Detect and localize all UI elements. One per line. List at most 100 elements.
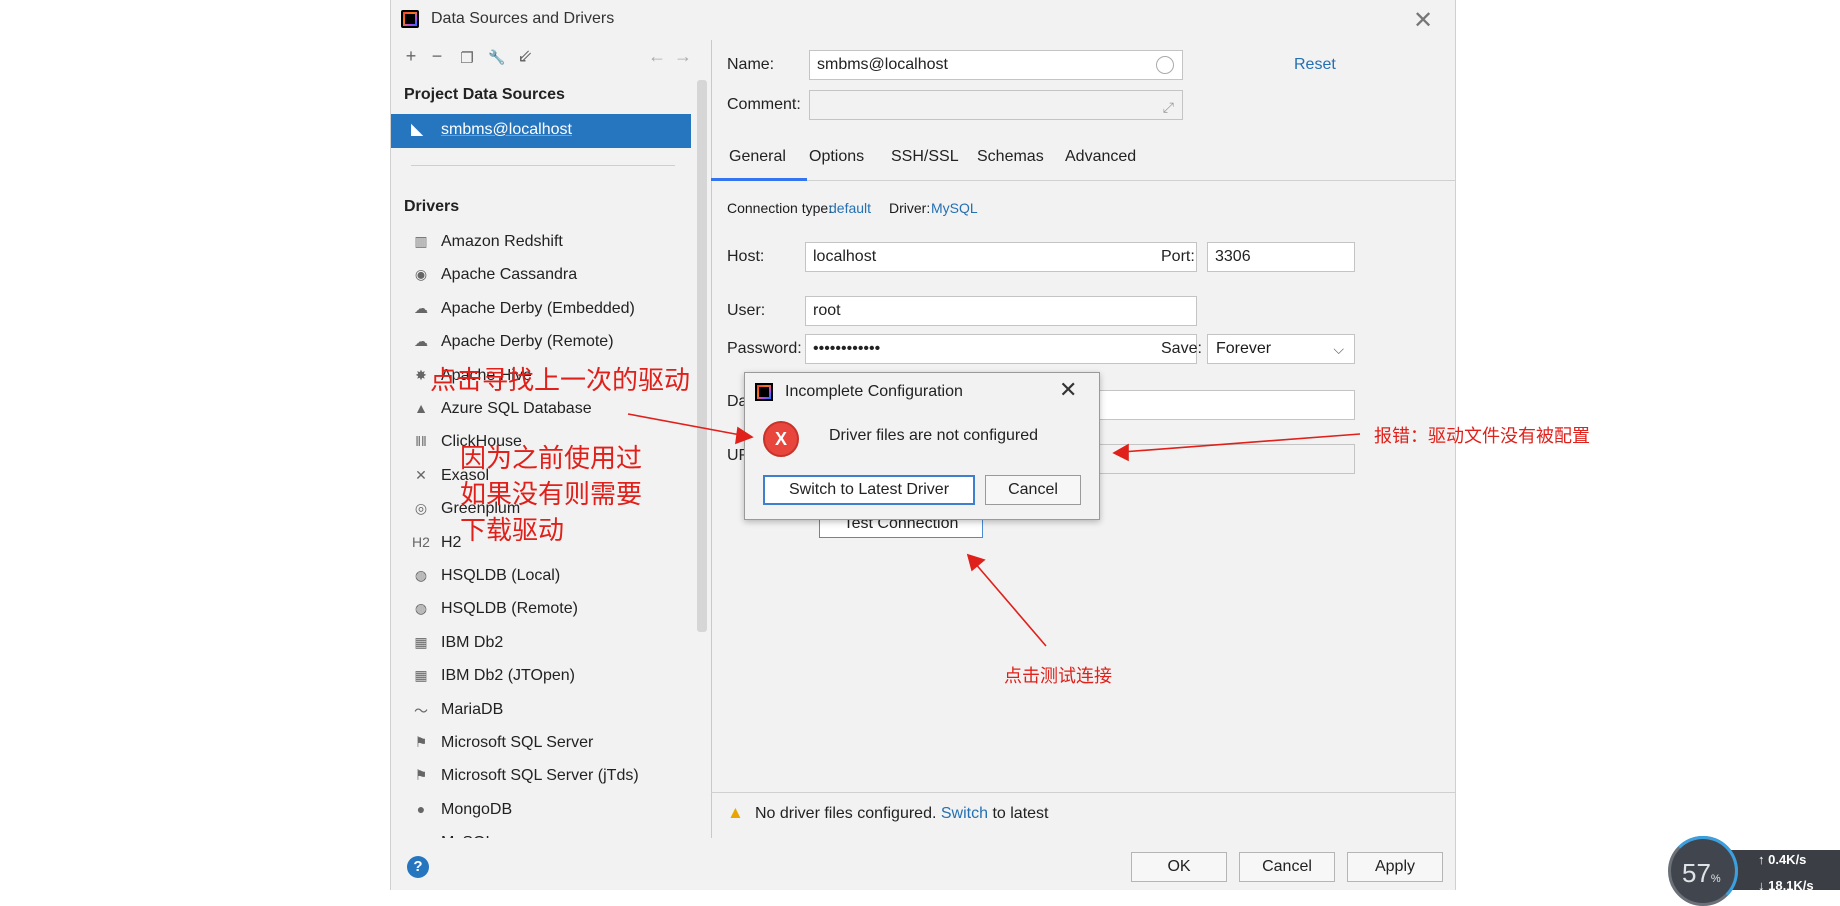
dialog-close-icon[interactable]: ✕ <box>1059 377 1077 403</box>
driver-item[interactable]: ▲ Azure SQL Database <box>391 393 691 426</box>
name-value: smbms@localhost <box>817 56 948 73</box>
comment-label: Comment: <box>727 96 801 113</box>
driver-label: MongoDB <box>441 800 513 818</box>
driver-label: Azure SQL Database <box>441 400 592 417</box>
annotation-reason-2: 如果没有则需要 <box>460 479 643 509</box>
driver-item[interactable]: ▦ IBM Db2 (JTOpen) <box>391 660 691 693</box>
driver-label: IBM Db2 <box>441 633 504 651</box>
connection-type-label: Connection type: <box>727 200 833 216</box>
driver-icon: ● <box>416 800 426 817</box>
tab-schemas[interactable]: Schemas <box>977 148 1044 166</box>
driver-icon: 〜 <box>414 702 428 719</box>
warning-message: No driver files configured. Switch to la… <box>755 805 1048 823</box>
driver-icon: ◉ <box>414 266 428 283</box>
user-field[interactable]: root <box>805 296 1197 326</box>
tab-advanced[interactable]: Advanced <box>1065 148 1136 166</box>
host-label: Host: <box>727 248 765 265</box>
driver-item[interactable]: ☁ Apache Derby (Remote) <box>391 326 691 359</box>
driver-item[interactable]: ⚑ Microsoft SQL Server (jTds) <box>391 760 691 793</box>
driver-item[interactable]: ◍ HSQLDB (Local) <box>391 560 691 593</box>
driver-label: Apache Derby (Embedded) <box>441 299 635 317</box>
driver-icon: ⚑ <box>414 767 428 784</box>
connection-type-link[interactable]: default <box>829 200 871 216</box>
driver-item[interactable]: ☁ Apache Derby (Embedded) <box>391 293 691 326</box>
intellij-app-icon <box>401 10 419 28</box>
driver-icon: ▲ <box>414 400 428 416</box>
driver-item[interactable]: ▥ Amazon Redshift <box>391 226 691 259</box>
driver-icon: ⚑ <box>414 734 428 750</box>
driver-label: IBM Db2 (JTOpen) <box>441 667 575 685</box>
wrench-icon[interactable]: 🔧 <box>485 49 509 66</box>
driver-icon: ‖‖ <box>415 433 427 450</box>
annotation-error-note: 报错：驱动文件没有被配置 <box>1374 426 1590 446</box>
annotation-find-driver: 点击寻找上一次的驱动 <box>430 365 691 395</box>
back-arrow-icon[interactable]: ← <box>645 46 669 67</box>
annotation-reason-3: 下载驱动 <box>460 515 565 545</box>
switch-to-latest-driver-button[interactable]: Switch to Latest Driver <box>763 475 975 505</box>
driver-item[interactable]: 〜 MariaDB <box>391 694 691 727</box>
remove-icon[interactable]: − <box>425 46 449 67</box>
intellij-app-icon <box>755 383 773 401</box>
driver-label: MariaDB <box>441 700 504 718</box>
save-select[interactable]: Forever ⌵ <box>1207 334 1355 364</box>
import-icon[interactable]: ⇙ <box>513 46 537 67</box>
annotation-reason-1: 因为之前使用过 <box>460 443 643 473</box>
reset-link[interactable]: Reset <box>1294 56 1336 74</box>
network-monitor-widget: 57% ↑ 0.4K/s ↓ 18.1K/s <box>1668 830 1840 906</box>
bottom-bar: ? OK Cancel Apply <box>391 838 1455 890</box>
switch-link[interactable]: Switch <box>941 805 988 822</box>
driver-item[interactable]: ◉ Apache Cassandra <box>391 259 691 292</box>
warning-suffix: to latest <box>992 805 1049 822</box>
warning-icon: ▲ <box>727 803 744 822</box>
driver-label: Microsoft SQL Server (jTds) <box>441 767 639 785</box>
incomplete-configuration-dialog: Incomplete Configuration ✕ X Driver file… <box>744 372 1100 520</box>
cpu-percent: 57% <box>1682 858 1721 888</box>
driver-icon: ▦ <box>414 667 428 684</box>
upload-speed: ↑ 0.4K/s <box>1758 852 1807 867</box>
add-icon[interactable]: + <box>399 46 423 67</box>
driver-item[interactable]: ◍ HSQLDB (Remote) <box>391 593 691 626</box>
title-bar: Data Sources and Drivers ✕ <box>391 0 1455 40</box>
tabs-divider <box>711 180 1455 181</box>
port-label: Port: <box>1161 248 1195 265</box>
cancel-button[interactable]: Cancel <box>1239 852 1335 882</box>
driver-icon: ☁ <box>414 299 428 316</box>
dialog-cancel-button[interactable]: Cancel <box>985 475 1081 505</box>
driver-icon: H2 <box>412 533 430 550</box>
driver-link[interactable]: MySQL <box>931 200 978 216</box>
save-label: Save: <box>1161 340 1202 357</box>
window-title: Data Sources and Drivers <box>431 10 615 27</box>
ok-button[interactable]: OK <box>1131 852 1227 882</box>
tab-general[interactable]: General <box>729 148 786 166</box>
driver-item[interactable]: ▦ IBM Db2 <box>391 627 691 660</box>
expand-icon[interactable]: ⤢ <box>1163 93 1174 121</box>
driver-item[interactable]: ● MongoDB <box>391 794 691 827</box>
data-source-label: smbms@localhost <box>441 121 572 138</box>
driver-label: Apache Cassandra <box>441 266 578 284</box>
forward-arrow-icon[interactable]: → <box>671 46 695 67</box>
copy-icon[interactable]: ❐ <box>455 49 479 67</box>
dialog-title: Incomplete Configuration <box>785 383 963 400</box>
driver-icon: ✕ <box>415 466 427 483</box>
port-field[interactable]: 3306 <box>1207 242 1355 272</box>
tab-ssh-ssl[interactable]: SSH/SSL <box>891 148 959 166</box>
password-field[interactable]: •••••••••••• <box>805 334 1197 364</box>
close-icon[interactable]: ✕ <box>1413 6 1433 35</box>
help-icon[interactable]: ? <box>407 856 429 878</box>
mysql-dolphin-icon: ◣ <box>411 121 424 138</box>
name-field[interactable]: smbms@localhost <box>809 50 1183 80</box>
tab-options[interactable]: Options <box>809 148 864 166</box>
driver-item[interactable]: ⚑ Microsoft SQL Server <box>391 727 691 760</box>
host-field[interactable]: localhost <box>805 242 1197 272</box>
sidebar-scrollbar[interactable] <box>697 80 707 632</box>
driver-icon: ✸ <box>415 366 427 383</box>
divider <box>411 165 675 166</box>
driver-icon: ▦ <box>414 633 428 650</box>
comment-field[interactable]: ⤢ <box>809 90 1183 120</box>
password-label: Password: <box>727 340 802 357</box>
color-circle-icon[interactable] <box>1156 56 1174 74</box>
apply-button[interactable]: Apply <box>1347 852 1443 882</box>
save-value: Forever <box>1216 340 1272 357</box>
data-source-item-selected[interactable]: ◣ smbms@localhost <box>391 114 691 148</box>
chevron-down-icon: ⌵ <box>1333 341 1344 357</box>
